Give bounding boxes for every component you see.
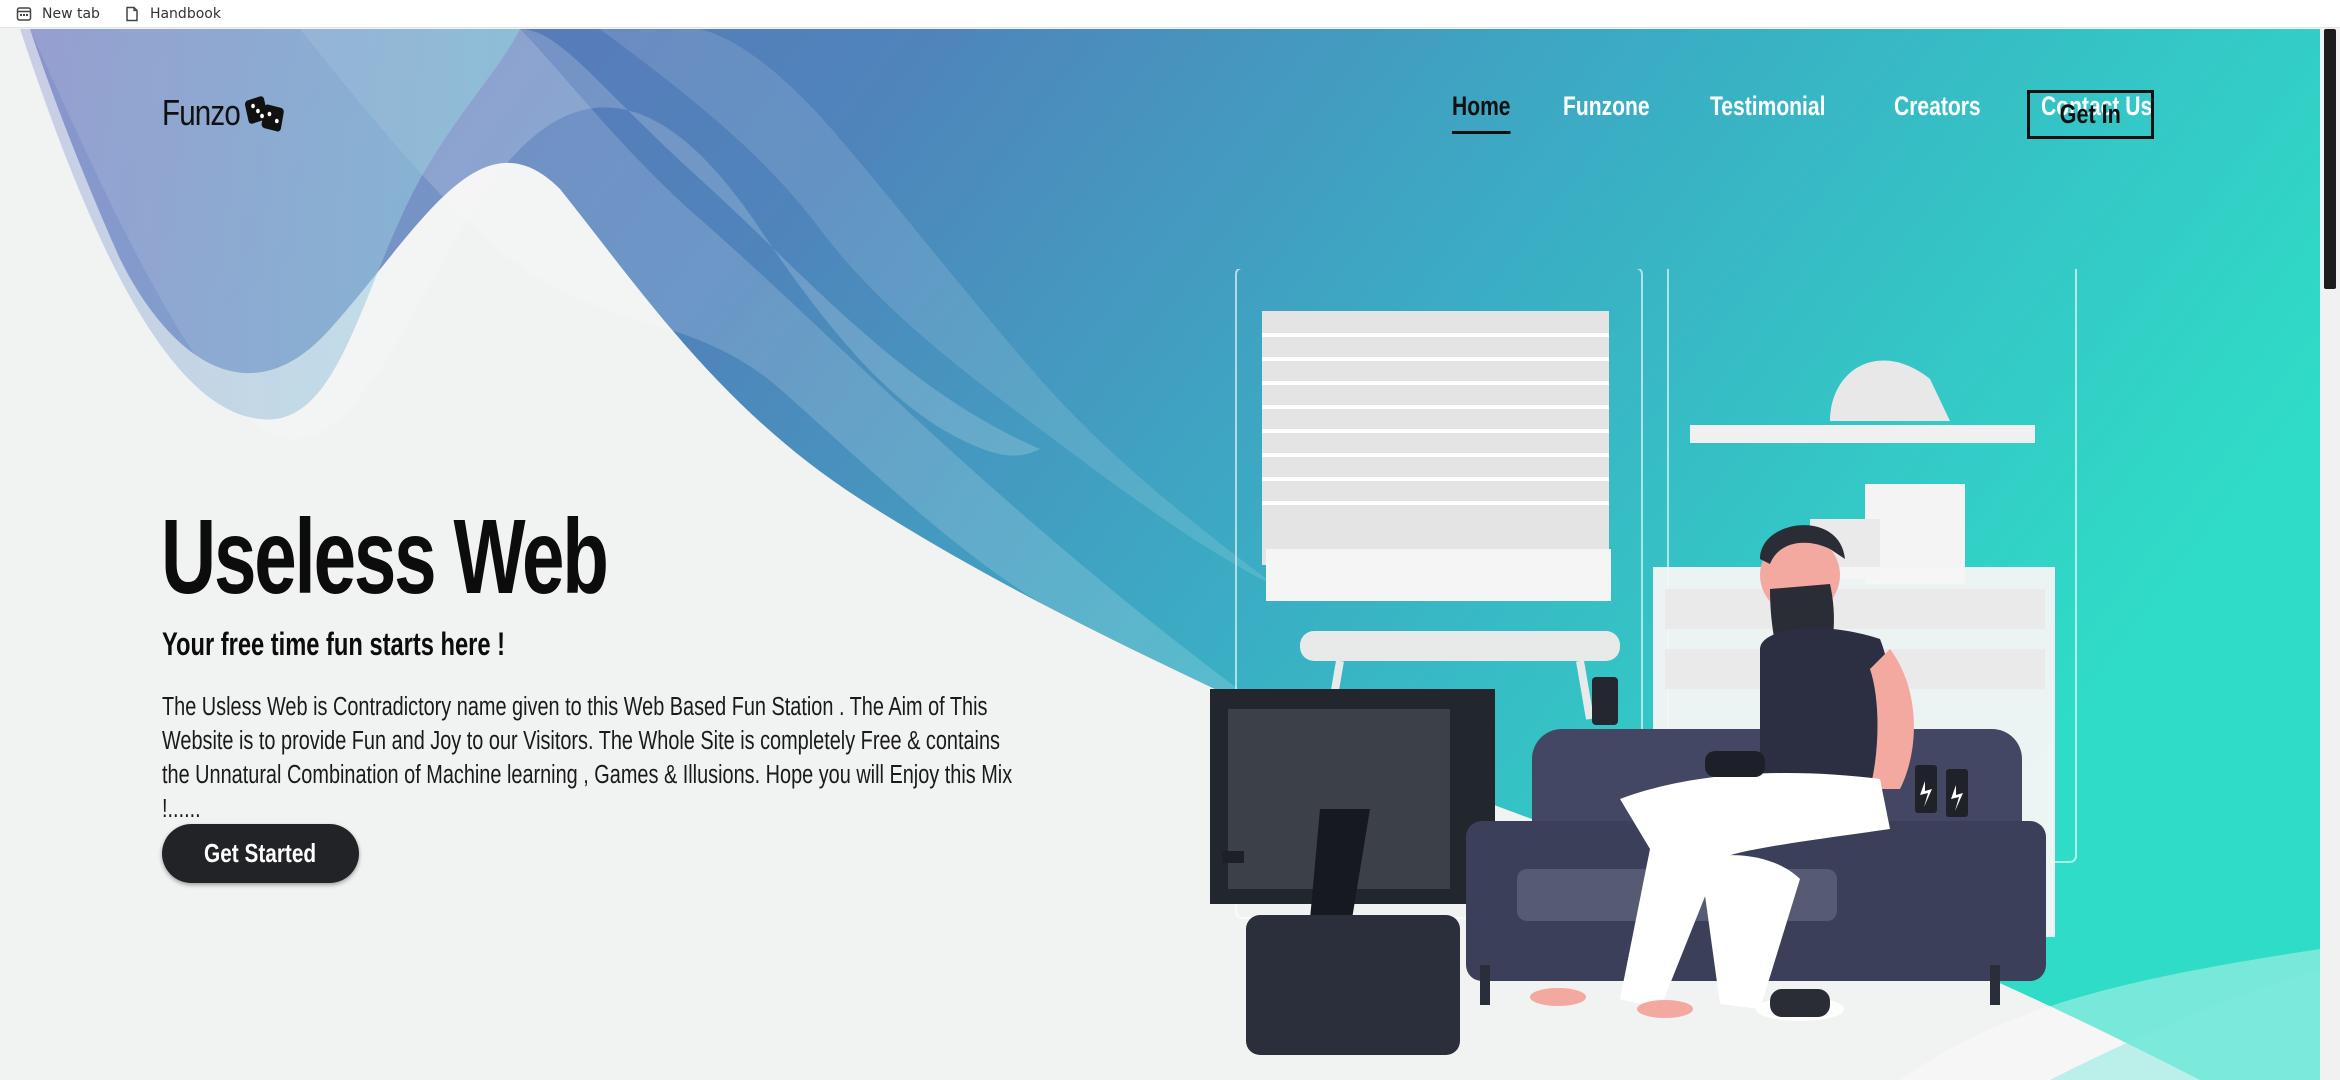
dice-icon — [245, 96, 284, 132]
get-in-label: Get In — [2059, 99, 2122, 129]
bookmark-label: Handbook — [149, 5, 221, 22]
nav-creators[interactable]: Creators — [1894, 91, 1981, 122]
new-tab-icon — [16, 6, 32, 21]
hero-title: Useless Web — [161, 498, 609, 616]
get-started-button[interactable]: Get Started — [162, 824, 359, 883]
scrollbar-thumb[interactable] — [2324, 29, 2336, 289]
get-started-label: Get Started — [204, 838, 317, 868]
page-scrollbar[interactable] — [2320, 29, 2340, 1080]
site-logo[interactable]: Funzo — [162, 92, 288, 134]
bookmark-handbook[interactable]: Handbook — [124, 6, 221, 22]
bookmark-new-tab[interactable]: New tab — [16, 6, 100, 22]
document-icon — [126, 6, 138, 21]
bookmark-label: New tab — [42, 5, 100, 22]
logo-text: Funzo — [162, 92, 241, 133]
man-playing-video-game-illustration — [1210, 269, 2077, 1055]
get-in-button[interactable]: Get In — [2027, 90, 2154, 139]
hero-subtitle: Your free time fun starts here ! — [162, 626, 506, 662]
hero-description: The Usless Web is Contradictory name giv… — [162, 693, 1013, 823]
bookmarks-bar: New tab Handbook — [0, 0, 2340, 28]
nav-home[interactable]: Home — [1452, 91, 1511, 134]
nav-funzone[interactable]: Funzone — [1563, 91, 1650, 122]
hero-section: Funzo Home Funzone Testimonial Creators … — [0, 29, 2320, 1080]
nav-testimonial[interactable]: Testimonial — [1710, 91, 1825, 122]
